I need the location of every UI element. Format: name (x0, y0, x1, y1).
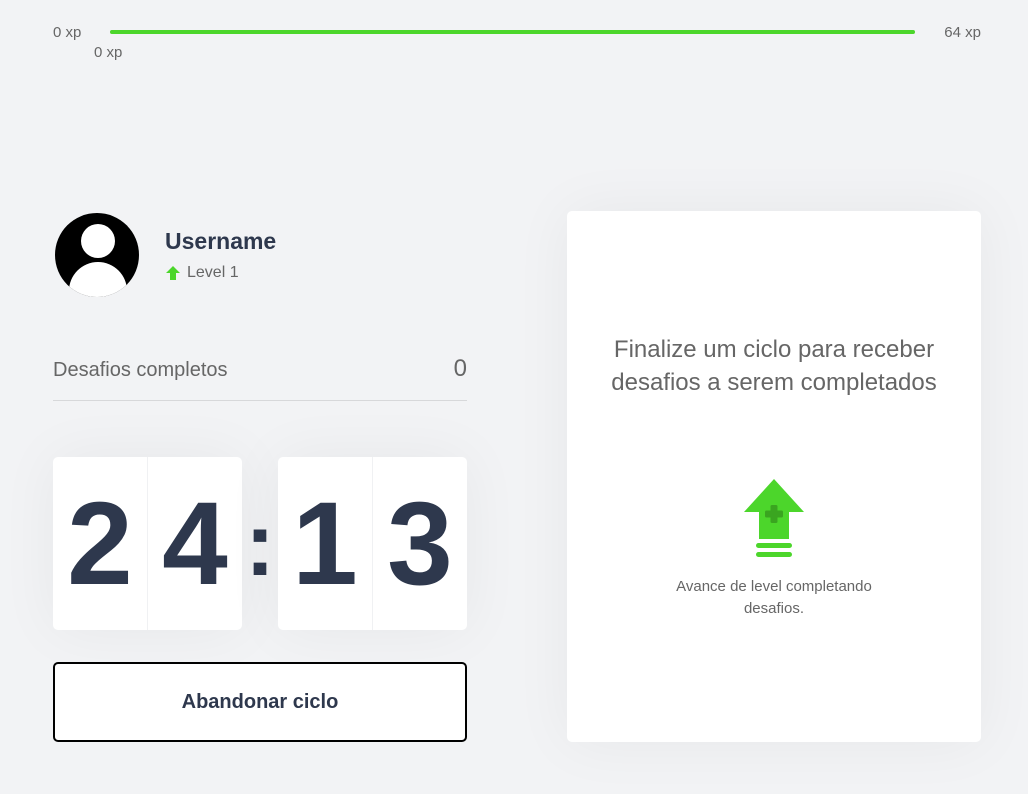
countdown-digit: 2 (67, 477, 133, 610)
countdown-digit: 4 (147, 457, 242, 630)
countdown-seconds: 1 3 (278, 457, 467, 630)
xp-progress-track (110, 30, 915, 34)
countdown-minutes: 2 4 (53, 457, 242, 630)
countdown-digit: 3 (372, 457, 467, 630)
level-indicator: Level 1 (165, 264, 239, 282)
xp-current-label: 0 xp (94, 44, 123, 61)
xp-start-label: 0 xp (53, 24, 82, 41)
level-up-icon (744, 479, 804, 557)
user-avatar-icon (55, 213, 139, 297)
challenge-box: Finalize um ciclo para receber desafios … (567, 211, 981, 742)
countdown-digit: 1 (292, 477, 358, 610)
username: Username (165, 228, 277, 254)
completed-challenges-label: Desafios completos (53, 359, 228, 381)
countdown-separator: : (245, 495, 275, 595)
challenge-box-text: Avance de level completando desafios. (676, 578, 872, 617)
challenge-box-title: Finalize um ciclo para receber desafios … (611, 336, 937, 396)
page: 0 xp 0 xp 64 xp Username Level 1 Desafio… (0, 0, 1028, 794)
xp-end-label: 64 xp (944, 24, 981, 41)
level-label: Level 1 (187, 264, 239, 281)
completed-challenges: Desafios completos 0 (53, 355, 467, 401)
level-up-arrow-icon (166, 266, 180, 280)
abandon-cycle-button[interactable]: Abandonar ciclo (53, 662, 467, 742)
xp-progress-fill (110, 30, 915, 34)
completed-challenges-count: 0 (453, 355, 467, 382)
